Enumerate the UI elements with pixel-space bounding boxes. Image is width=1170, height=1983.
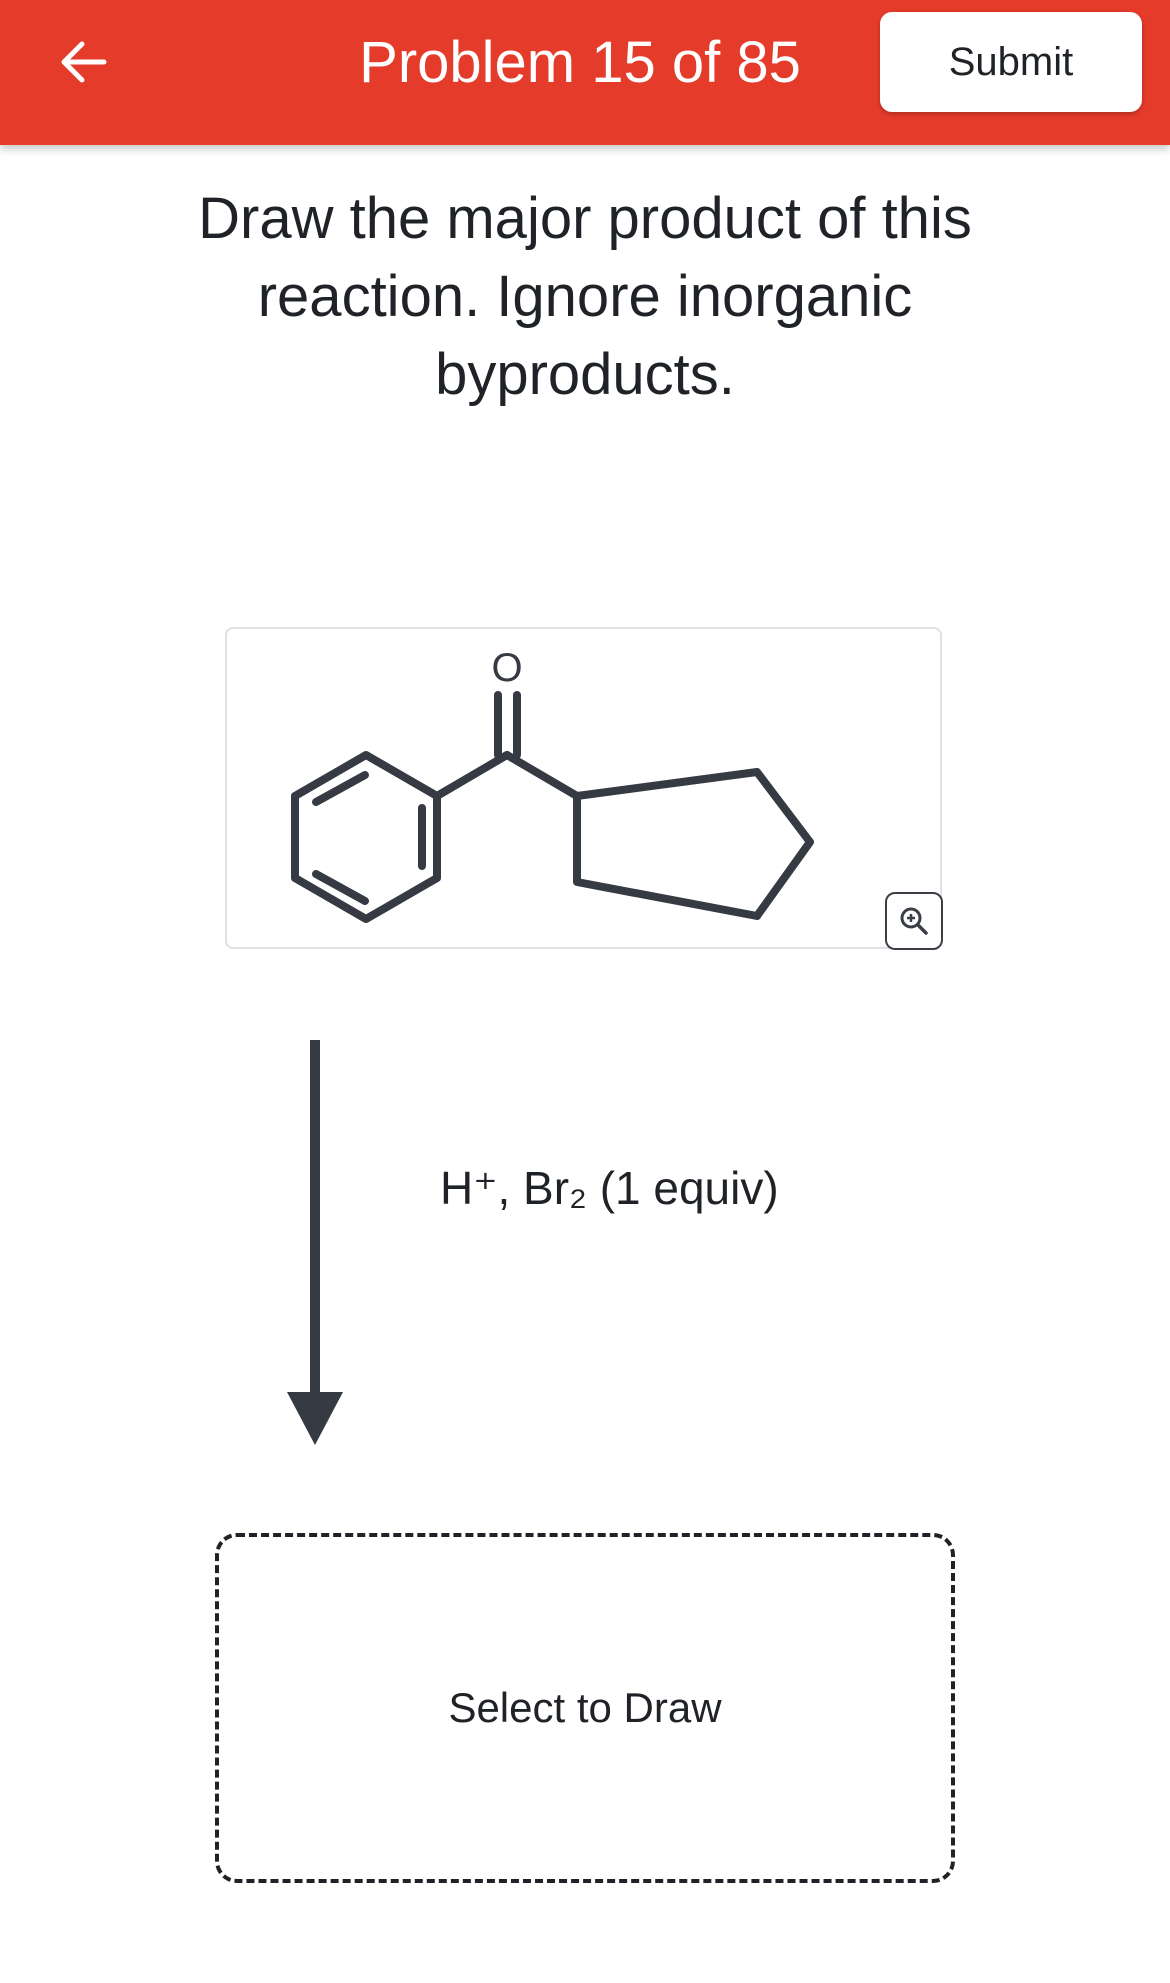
cyclopentane-ring — [573, 768, 814, 920]
reaction-conditions: H⁺, Br₂ (1 equiv) — [440, 1162, 779, 1214]
header-bar: Problem 15 of 85 Submit — [0, 0, 1170, 145]
back-button[interactable] — [48, 26, 120, 98]
zoom-button[interactable] — [885, 892, 943, 950]
answer-draw-area[interactable]: Select to Draw — [215, 1533, 955, 1883]
problem-page: Problem 15 of 85 Submit Draw the major p… — [0, 0, 1170, 1983]
submit-button[interactable]: Submit — [880, 12, 1142, 112]
select-to-draw-label: Select to Draw — [448, 1684, 722, 1731]
arrow-left-icon — [61, 41, 107, 83]
oxygen-atom-label: O — [491, 646, 522, 690]
benzene-ring — [291, 751, 441, 923]
aryl-carbonyl-bond — [433, 751, 511, 800]
zoom-in-icon — [900, 907, 928, 935]
question-text: Draw the major product of this reaction.… — [198, 186, 972, 407]
reactant-structure-box: O — [225, 627, 942, 949]
page-title: Problem 15 of 85 — [359, 30, 801, 95]
carbonyl-cyclopentyl-bond — [503, 751, 581, 800]
reactant-molecule: O — [291, 646, 814, 923]
arrow-down-icon — [287, 1040, 343, 1445]
